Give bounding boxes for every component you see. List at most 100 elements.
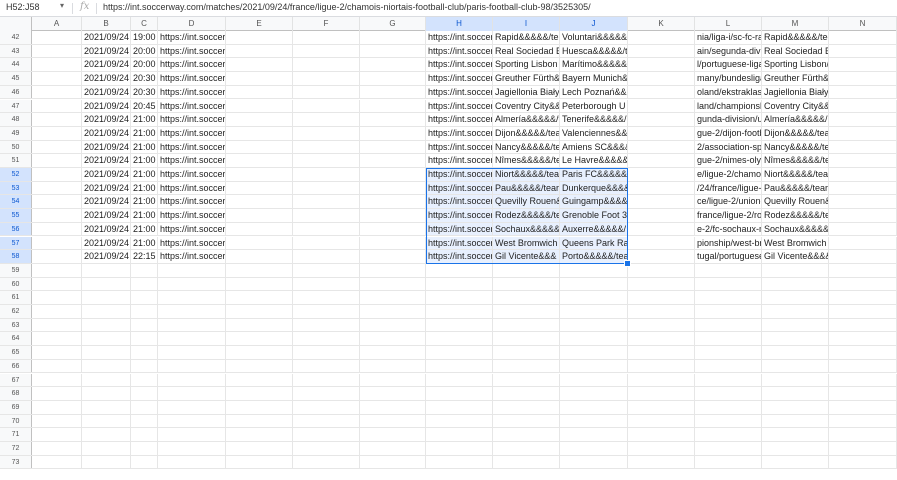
cell-h67[interactable] [426, 373, 493, 387]
cell-b56[interactable]: 2021/09/24 [82, 222, 131, 236]
cell-m72[interactable] [762, 442, 829, 455]
cell-l59[interactable] [695, 263, 762, 277]
cell-e54[interactable] [226, 195, 293, 209]
cell-n68[interactable] [829, 387, 897, 400]
cell-g67[interactable] [360, 373, 426, 387]
cell-n52[interactable] [829, 168, 897, 181]
cell-d51[interactable]: https://int.soccer [158, 154, 226, 167]
cell-b61[interactable] [82, 291, 131, 304]
cell-k64[interactable] [628, 332, 695, 346]
cell-k56[interactable] [628, 222, 695, 236]
cell-b58[interactable]: 2021/09/24 [82, 250, 131, 263]
cell-i49[interactable]: Dijon&&&&&/tea [493, 126, 560, 140]
cell-l65[interactable] [695, 346, 762, 359]
cell-l73[interactable] [695, 455, 762, 469]
cell-h61[interactable] [426, 291, 493, 304]
cell-f44[interactable] [293, 58, 360, 72]
column-header-m[interactable]: M [762, 17, 829, 31]
cell-j73[interactable] [560, 455, 628, 469]
cell-m73[interactable] [762, 455, 829, 469]
cell-i70[interactable] [493, 414, 560, 428]
row-header[interactable]: 61 [0, 291, 32, 304]
cell-j54[interactable]: Guingamp&&&& [560, 195, 628, 209]
row-header[interactable]: 51 [0, 154, 32, 167]
cell-k46[interactable] [628, 85, 695, 99]
cell-i47[interactable]: Coventry City&& [493, 99, 560, 113]
cell-f70[interactable] [293, 414, 360, 428]
cell-d49[interactable]: https://int.soccer [158, 126, 226, 140]
cell-i51[interactable]: Nîmes&&&&&/te [493, 154, 560, 167]
cell-l43[interactable]: ain/segunda-divis [695, 44, 762, 58]
cell-c42[interactable]: 19:00 [131, 31, 158, 44]
row-header[interactable]: 65 [0, 346, 32, 359]
cell-j62[interactable] [560, 305, 628, 318]
cell-a64[interactable] [32, 332, 82, 346]
cell-f55[interactable] [293, 209, 360, 222]
cell-g53[interactable] [360, 181, 426, 195]
cell-a71[interactable] [32, 428, 82, 441]
cell-b57[interactable]: 2021/09/24 [82, 236, 131, 250]
column-header-c[interactable]: C [131, 17, 158, 31]
cell-h72[interactable] [426, 442, 493, 455]
row-header[interactable]: 72 [0, 442, 32, 455]
cell-j67[interactable] [560, 373, 628, 387]
cell-g56[interactable] [360, 222, 426, 236]
row-header[interactable]: 58 [0, 250, 32, 263]
cell-n66[interactable] [829, 359, 897, 373]
cell-d52[interactable]: https://int.soccer [158, 168, 226, 181]
cell-h55[interactable]: https://int.soccer [426, 209, 493, 222]
cell-j56[interactable]: Auxerre&&&&&/ [560, 222, 628, 236]
cell-i69[interactable] [493, 400, 560, 414]
cell-n51[interactable] [829, 154, 897, 167]
cell-h66[interactable] [426, 359, 493, 373]
row-header[interactable]: 71 [0, 428, 32, 441]
cell-g58[interactable] [360, 250, 426, 263]
cell-f72[interactable] [293, 442, 360, 455]
cell-a62[interactable] [32, 305, 82, 318]
cell-h47[interactable]: https://int.soccer [426, 99, 493, 113]
cell-n60[interactable] [829, 277, 897, 291]
cell-d65[interactable] [158, 346, 226, 359]
cell-h64[interactable] [426, 332, 493, 346]
cell-j57[interactable]: Queens Park Ra [560, 236, 628, 250]
cell-b44[interactable]: 2021/09/24 [82, 58, 131, 72]
cell-l46[interactable]: oland/ekstraklas [695, 85, 762, 99]
cell-i65[interactable] [493, 346, 560, 359]
cell-a55[interactable] [32, 209, 82, 222]
cell-c54[interactable]: 21:00 [131, 195, 158, 209]
cell-m71[interactable] [762, 428, 829, 441]
cell-e62[interactable] [226, 305, 293, 318]
cell-m69[interactable] [762, 400, 829, 414]
cell-j53[interactable]: Dunkerque&&&& [560, 181, 628, 195]
cell-c46[interactable]: 20:30 [131, 85, 158, 99]
cell-h54[interactable]: https://int.soccer [426, 195, 493, 209]
cell-d61[interactable] [158, 291, 226, 304]
cell-b65[interactable] [82, 346, 131, 359]
cell-c57[interactable]: 21:00 [131, 236, 158, 250]
cell-l53[interactable]: /24/france/ligue-2 [695, 181, 762, 195]
cell-d59[interactable] [158, 263, 226, 277]
cell-m64[interactable] [762, 332, 829, 346]
cell-l42[interactable]: nia/liga-i/sc-fc-rap [695, 31, 762, 44]
cell-j61[interactable] [560, 291, 628, 304]
cell-g66[interactable] [360, 359, 426, 373]
cell-e72[interactable] [226, 442, 293, 455]
column-header-f[interactable]: F [293, 17, 360, 31]
cell-e66[interactable] [226, 359, 293, 373]
cell-g62[interactable] [360, 305, 426, 318]
cell-e69[interactable] [226, 400, 293, 414]
cell-i60[interactable] [493, 277, 560, 291]
column-header-k[interactable]: K [628, 17, 695, 31]
cell-f63[interactable] [293, 318, 360, 332]
cell-g73[interactable] [360, 455, 426, 469]
cell-m66[interactable] [762, 359, 829, 373]
cell-a68[interactable] [32, 387, 82, 400]
cell-g49[interactable] [360, 126, 426, 140]
cell-h65[interactable] [426, 346, 493, 359]
cell-n73[interactable] [829, 455, 897, 469]
cell-f67[interactable] [293, 373, 360, 387]
cell-j49[interactable]: Valenciennes&& [560, 126, 628, 140]
cell-h52[interactable]: https://int.soccer [426, 168, 493, 181]
cell-e51[interactable] [226, 154, 293, 167]
cell-f60[interactable] [293, 277, 360, 291]
